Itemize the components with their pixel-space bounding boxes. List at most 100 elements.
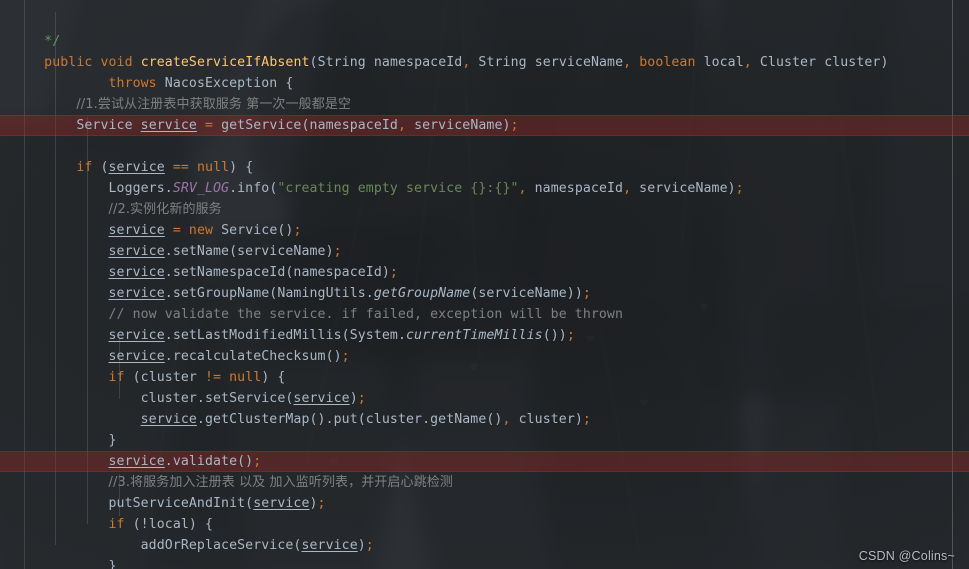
call-get-name: getName (430, 412, 487, 427)
code-line-10: service = new Service(); (108, 223, 302, 238)
keyword-new: new (188, 223, 214, 238)
arg-service: service (253, 496, 310, 511)
comment-step-1: //1.尝试从注册表中获取服务 第一次一般都是空 (76, 97, 352, 112)
arg-service-name: serviceName (414, 118, 503, 133)
code-line-16: service.recalculateChecksum(); (108, 349, 350, 364)
variable-service: service (108, 286, 165, 301)
class-system: System (349, 328, 398, 343)
code-line-3: throws NacosException { (108, 76, 294, 91)
arg-namespace-id: namespaceId (309, 118, 398, 133)
code-line-25: addOrReplaceService(service); (140, 538, 374, 553)
code-line-17: if (cluster != null) { (108, 370, 286, 385)
arg-namespace-id: namespaceId (293, 265, 382, 280)
call-recalculate-checksum: recalculateChecksum (172, 349, 326, 364)
code-line-18: cluster.setService(service); (140, 391, 366, 406)
variable-cluster: cluster (140, 391, 197, 406)
keyword-void: void (100, 55, 133, 70)
call-add-or-replace-service: addOrReplaceService (140, 538, 294, 553)
call-set-service: setService (204, 391, 286, 406)
code-line-8: Loggers.SRV_LOG.info("creating empty ser… (108, 181, 744, 196)
type-string: String (478, 55, 527, 70)
arg-namespace-id: namespaceId (534, 181, 624, 196)
comment-step-2: //2.实例化新的服务 (108, 202, 222, 217)
method-name: createServiceIfAbsent (140, 55, 310, 70)
variable-service: service (108, 349, 165, 364)
code-line-1: */ (0, 31, 969, 52)
variable-service: service (140, 118, 197, 133)
code-line-13: service.setGroupName(NamingUtils.getGrou… (108, 286, 591, 301)
type-nacos-exception: NacosException (164, 76, 278, 91)
field-srv-log: SRV_LOG (172, 181, 230, 196)
code-line-21: service.validate(); (108, 454, 262, 469)
call-set-name: setName (172, 244, 230, 259)
class-loggers: Loggers (108, 181, 165, 196)
keyword-if: if (76, 160, 93, 175)
keyword-if: if (108, 517, 125, 532)
arg-cluster: cluster (518, 412, 575, 427)
keyword-throws: throws (108, 76, 157, 91)
code-line-15: service.setLastModifiedMillis(System.cur… (108, 328, 575, 343)
call-current-time-millis: currentTimeMillis (406, 328, 543, 343)
arg-service: service (301, 538, 358, 553)
code-line-12: service.setNamespaceId(namespaceId); (108, 265, 398, 280)
keyword-boolean: boolean (639, 55, 696, 70)
arg-service: service (293, 391, 350, 406)
comment-step-3: //3.将服务加入注册表 以及 加入监听列表，并开启心跳检测 (108, 475, 453, 490)
call-put: put (333, 412, 358, 427)
code-line-19: service.getClusterMap().put(cluster.getN… (140, 412, 591, 427)
call-put-service-and-init: putServiceAndInit (108, 496, 246, 511)
param-local: local (703, 55, 744, 70)
variable-service: service (108, 223, 165, 238)
variable-service: service (108, 265, 165, 280)
arg-service-name: serviceName (237, 244, 326, 259)
code-line-6-blank (0, 136, 969, 157)
keyword-if: if (108, 370, 125, 385)
variable-service: service (108, 454, 165, 469)
code-line-7: if (service == null) { (76, 160, 254, 175)
code-line-11: service.setName(serviceName); (108, 244, 342, 259)
variable-local: local (148, 517, 189, 532)
variable-service: service (108, 160, 165, 175)
code-line-23: putServiceAndInit(service); (108, 496, 326, 511)
arg-service-name: serviceName (478, 286, 567, 301)
call-info: info (237, 181, 270, 196)
arg-cluster: cluster (365, 412, 423, 427)
keyword-null: null (196, 160, 230, 175)
code-line-20: } (108, 433, 117, 448)
arg-service-name: serviceName (639, 181, 728, 196)
call-get-cluster-map: getClusterMap (204, 412, 310, 427)
code-editor[interactable]: ✾ ✾ ✾ ✾ ✾ ✾ ✾ */ public void createServi… (0, 0, 969, 569)
variable-service: service (108, 328, 165, 343)
call-get-group-name: getGroupName (373, 286, 471, 301)
code-content[interactable]: */ public void createServiceIfAbsent(Str… (0, 0, 969, 569)
code-line-24: if (!local) { (108, 517, 214, 532)
param-cluster: cluster (824, 55, 881, 70)
keyword-public: public (44, 55, 93, 70)
call-set-namespace-id: setNamespaceId (172, 265, 286, 280)
code-line-14: // now validate the service. if failed, … (0, 304, 969, 325)
call-validate: validate (172, 454, 238, 469)
variable-service: service (108, 244, 165, 259)
comment-validate: // now validate the service. if failed, … (108, 307, 624, 322)
code-line-22: //3.将服务加入注册表 以及 加入监听列表，并开启心跳检测 (0, 472, 969, 493)
code-line-26: } (108, 559, 117, 569)
code-line-4: //1.尝试从注册表中获取服务 第一次一般都是空 (0, 94, 969, 115)
type-cluster: Cluster (759, 55, 817, 70)
type-service: Service (221, 223, 278, 238)
type-string: String (317, 55, 366, 70)
variable-cluster: cluster (140, 370, 197, 385)
variable-service: service (140, 412, 197, 427)
call-get-service: getService (221, 118, 302, 133)
javadoc-end-token: */ (44, 34, 61, 49)
code-line-5: Service service = getService(namespaceId… (76, 118, 519, 133)
param-namespace-id: namespaceId (373, 55, 463, 70)
call-set-group-name: setGroupName (172, 286, 270, 301)
keyword-null: null (229, 370, 262, 385)
string-log-message: "creating empty service {}:{}" (277, 181, 519, 196)
param-service-name: serviceName (534, 55, 624, 70)
code-line-2: public void createServiceIfAbsent(String… (44, 55, 889, 70)
code-line-9: //2.实例化新的服务 (0, 199, 969, 220)
class-naming-utils: NamingUtils (277, 286, 366, 301)
call-set-last-modified-millis: setLastModifiedMillis (172, 328, 342, 343)
type-service: Service (76, 118, 133, 133)
